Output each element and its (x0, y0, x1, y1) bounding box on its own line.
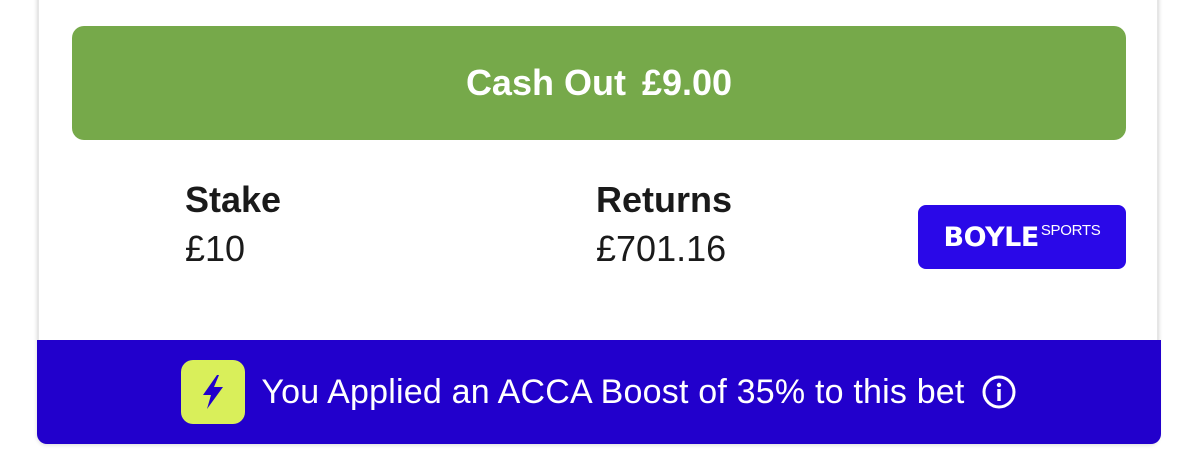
stake-label: Stake (185, 179, 282, 220)
acca-boost-text: You Applied an ACCA Boost of 35% to this… (261, 372, 965, 411)
returns-label: Returns (596, 179, 733, 220)
logo-main-text: BOYLE (943, 221, 1040, 253)
cash-out-label: Cash Out (465, 62, 626, 103)
acca-boost-banner: You Applied an ACCA Boost of 35% to this… (37, 340, 1161, 444)
info-icon[interactable] (981, 374, 1017, 410)
stake-value: £10 (185, 228, 246, 269)
boylesports-logo: BOYLE SPORTS (918, 205, 1126, 269)
cash-out-amount: £9.00 (641, 62, 733, 103)
lightning-bolt-icon (181, 360, 246, 424)
logo-sub-text: SPORTS (1040, 221, 1101, 239)
cash-out-button[interactable]: Cash Out £9.00 (72, 26, 1126, 140)
returns-value: £701.16 (596, 228, 727, 269)
